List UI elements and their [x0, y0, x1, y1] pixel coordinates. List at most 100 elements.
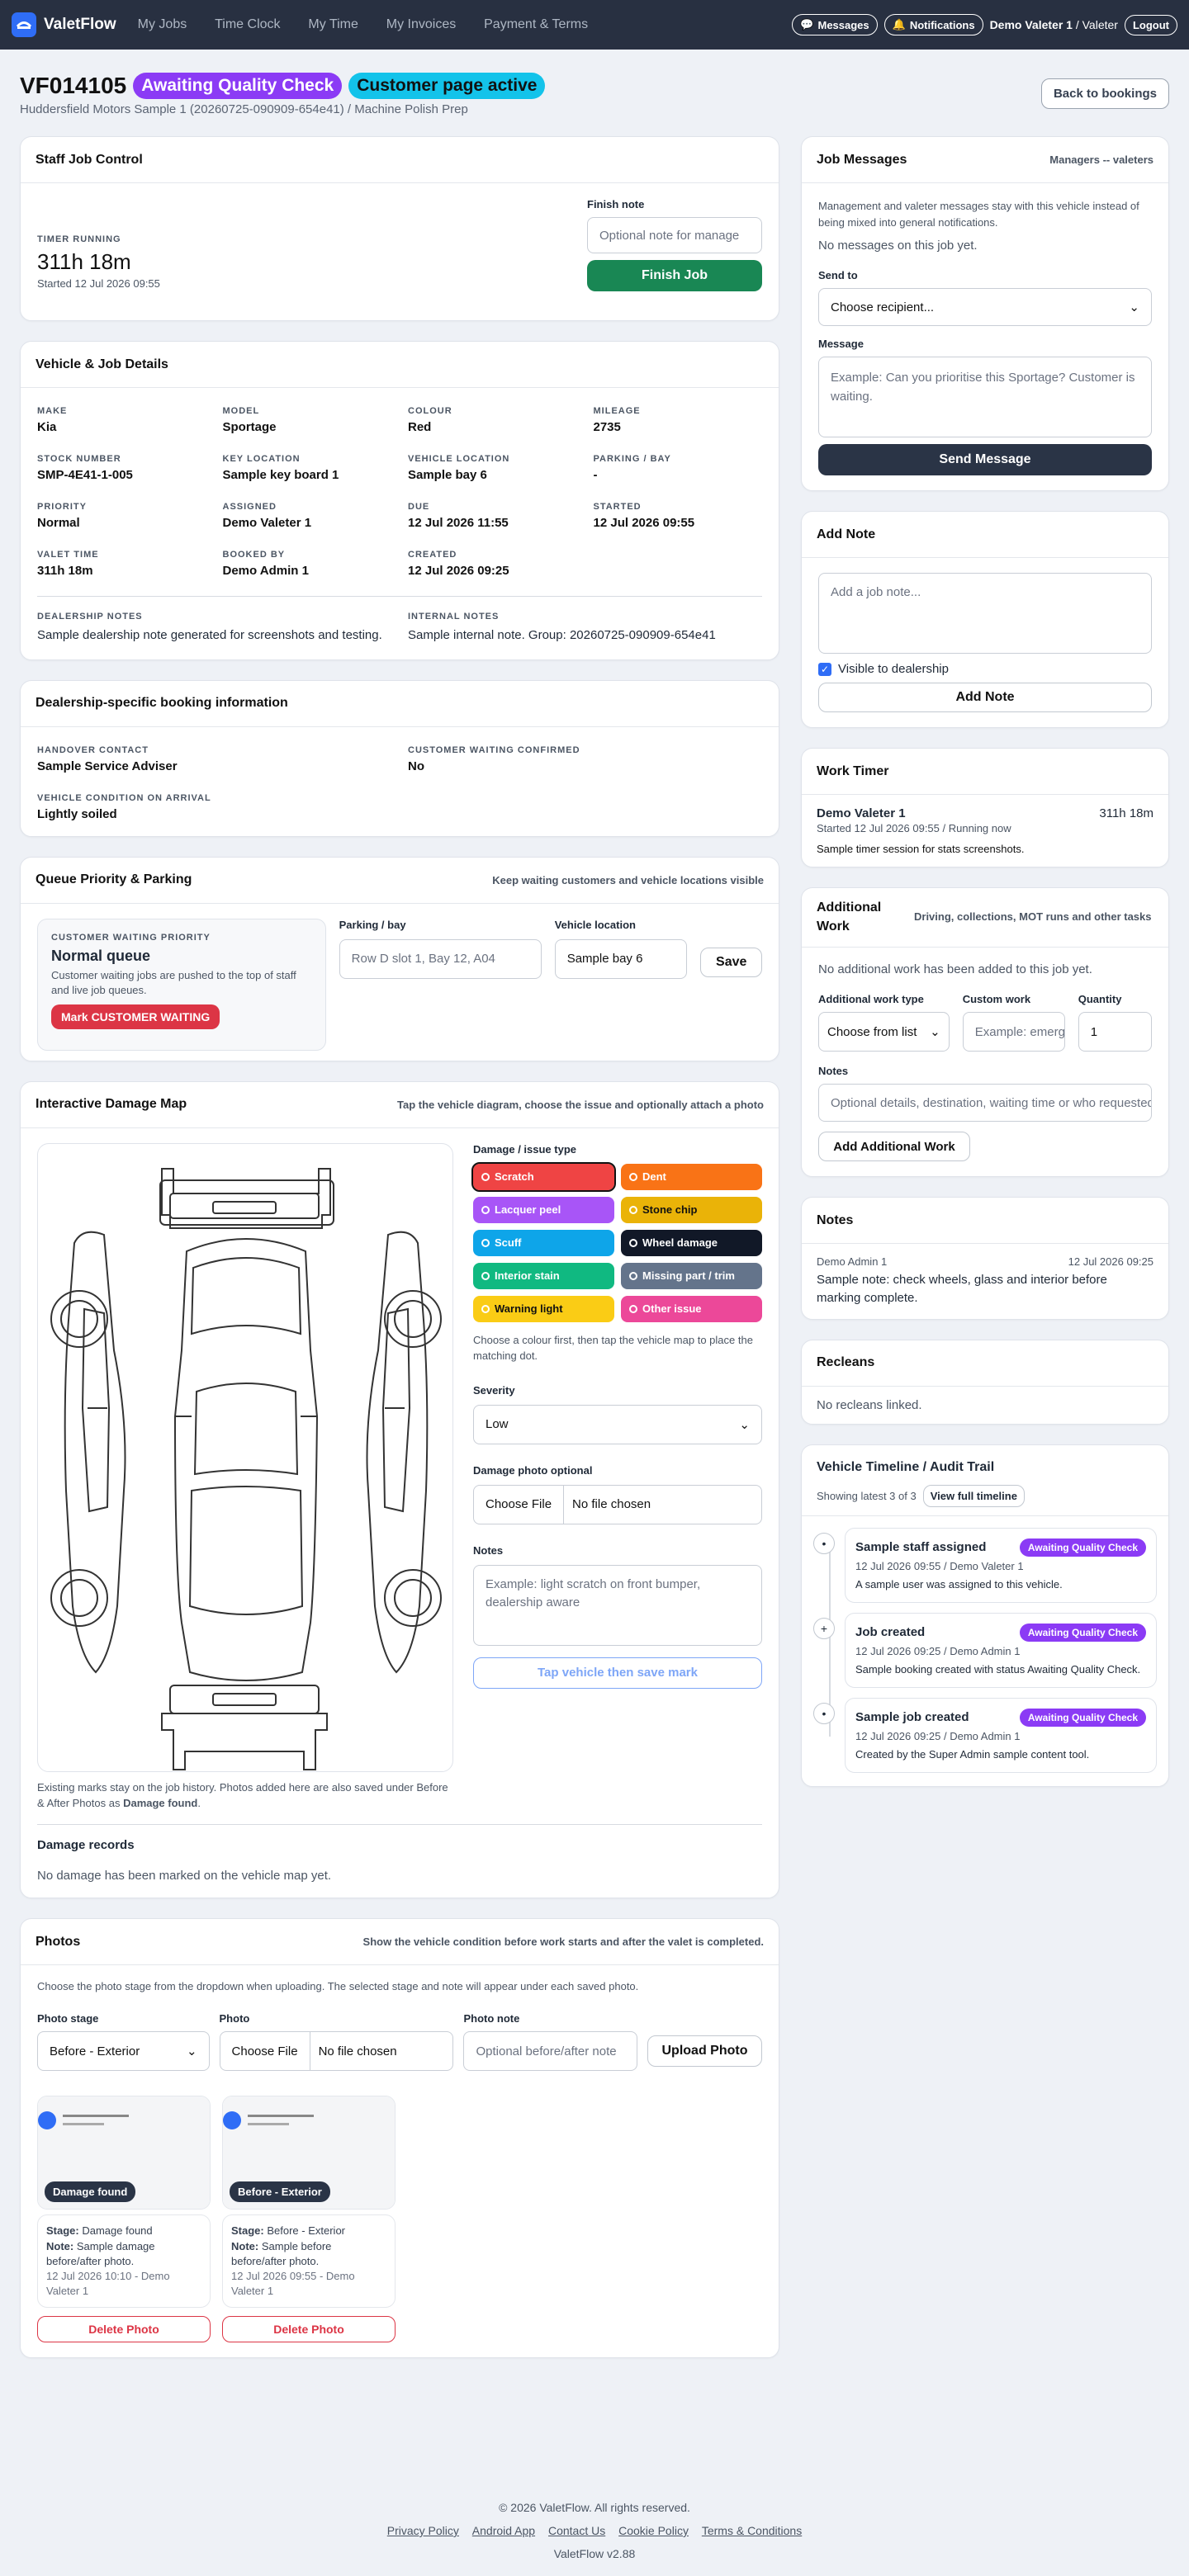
visible-checkbox[interactable]: ✓ — [818, 662, 831, 676]
stage-select[interactable]: Before - Exterior ⌄ — [37, 2031, 210, 2072]
damage-photo-input[interactable]: Choose File No file chosen — [473, 1484, 762, 1524]
visible-label: Visible to dealership — [838, 662, 949, 676]
nav-link-time-clock[interactable]: Time Clock — [215, 17, 280, 31]
recipient-select[interactable]: Choose recipient... ⌄ — [818, 288, 1152, 326]
detail-field: STOCK NUMBER SMP-4E41-1-005 — [37, 454, 206, 482]
choose-file-button[interactable]: Choose File — [474, 1485, 565, 1524]
damage-map-card: Interactive Damage Map Tap the vehicle di… — [20, 1080, 779, 1899]
timeline-desc: A sample user was assigned to this vehic… — [855, 1577, 1063, 1591]
timer-total: 311h 18m — [1099, 806, 1153, 820]
field-label: KEY LOCATION — [222, 454, 301, 464]
damage-type-other-issue[interactable]: Other issue — [621, 1295, 762, 1322]
photo-item: Damage found Stage: Damage found Note: S… — [37, 2096, 211, 2343]
nav-link-my-invoices[interactable]: My Invoices — [386, 17, 456, 31]
version: ValetFlow v2.88 — [553, 2547, 636, 2560]
note-input[interactable]: Add a job note... — [818, 573, 1152, 654]
internal-notes-label: INTERNAL NOTES — [408, 612, 500, 622]
photo-item: Before - Exterior Stage: Before - Exteri… — [222, 2096, 396, 2343]
bell-icon: 🔔 — [892, 18, 906, 31]
parking-input[interactable]: Row D slot 1, Bay 12, A04 — [339, 938, 542, 979]
severity-select[interactable]: Low ⌄ — [473, 1404, 762, 1444]
nav-link-payment-terms[interactable]: Payment & Terms — [484, 17, 588, 31]
quantity-input[interactable]: 1 — [1078, 1012, 1152, 1052]
damage-type-scuff[interactable]: Scuff — [473, 1229, 614, 1256]
damage-type-label: Scratch — [495, 1170, 534, 1184]
photo-meta: 12 Jul 2026 10:10 - Demo Valeter 1 — [46, 2270, 170, 2298]
notifications-button[interactable]: 🔔 Notifications — [883, 14, 983, 35]
timeline-title: Job created — [855, 1625, 926, 1640]
damage-type-wheel-damage[interactable]: Wheel damage — [621, 1229, 762, 1256]
damage-type-lacquer-peel[interactable]: Lacquer peel — [473, 1196, 614, 1223]
damage-type-interior-stain[interactable]: Interior stain — [473, 1262, 614, 1289]
back-to-bookings-button[interactable]: Back to bookings — [1040, 78, 1169, 109]
damage-notes-input[interactable]: Example: light scratch on front bumper, … — [473, 1564, 762, 1646]
card-title: Recleans — [817, 1355, 875, 1369]
photo-file-input[interactable]: Choose File No file chosen — [219, 2031, 454, 2072]
finish-job-button[interactable]: Finish Job — [587, 260, 762, 291]
footer-link-terms[interactable]: Terms & Conditions — [702, 2524, 802, 2537]
work-type-select[interactable]: Choose from list ⌄ — [818, 1012, 950, 1052]
photo-thumbnail[interactable]: Before - Exterior — [223, 2096, 395, 2210]
brand[interactable]: ValetFlow — [12, 12, 116, 37]
field-label: PRIORITY — [37, 502, 87, 512]
messages-button[interactable]: 💬 Messages — [792, 14, 878, 35]
chevron-down-icon: ⌄ — [1129, 300, 1139, 314]
photo-note-input[interactable]: Optional before/after note — [463, 2031, 637, 2072]
add-additional-work-button[interactable]: Add Additional Work — [818, 1132, 970, 1161]
card-title: Job Messages — [817, 152, 907, 167]
field-label: STARTED — [593, 502, 642, 512]
send-message-button[interactable]: Send Message — [818, 444, 1152, 475]
nav-link-my-jobs[interactable]: My Jobs — [138, 17, 187, 31]
view-timeline-button[interactable]: View full timeline — [922, 1484, 1025, 1507]
damage-type-warning-light[interactable]: Warning light — [473, 1295, 614, 1322]
finish-note-input[interactable]: Optional note for manage — [587, 217, 762, 253]
delete-photo-button[interactable]: Delete Photo — [222, 2316, 396, 2343]
photo-thumbnail[interactable]: Damage found — [38, 2096, 210, 2210]
notes-label: Notes — [818, 1065, 849, 1077]
field-value: 2735 — [593, 420, 621, 434]
timeline-desc: Sample booking created with status Await… — [855, 1662, 1141, 1676]
field-value: - — [593, 468, 598, 482]
detail-field: DUE 12 Jul 2026 11:55 — [408, 502, 577, 530]
status-badge: Awaiting Quality Check — [133, 73, 343, 99]
damage-type-scratch[interactable]: Scratch — [471, 1161, 616, 1192]
save-button[interactable]: Save — [700, 947, 762, 977]
save-mark-button[interactable]: Tap vehicle then save mark — [473, 1657, 762, 1689]
field-value: 311h 18m — [37, 564, 93, 578]
choose-file-button[interactable]: Choose File — [220, 2032, 310, 2071]
status-badge: Awaiting Quality Check — [1019, 1708, 1146, 1727]
footer-link-cookie[interactable]: Cookie Policy — [618, 2524, 689, 2537]
radio-icon — [629, 1238, 637, 1247]
field-label: VEHICLE LOCATION — [408, 454, 510, 464]
stage-label: Stage: — [231, 2224, 264, 2238]
add-note-button[interactable]: Add Note — [818, 683, 1152, 712]
vehicle-diagram[interactable] — [37, 1142, 453, 1772]
damage-type-stone-chip[interactable]: Stone chip — [621, 1196, 762, 1223]
delete-photo-button[interactable]: Delete Photo — [37, 2316, 211, 2343]
custom-work-input[interactable]: Example: emergency — [962, 1012, 1065, 1052]
photos-desc: Choose the photo stage from the dropdown… — [37, 1980, 639, 1993]
footer-link-android[interactable]: Android App — [472, 2524, 535, 2537]
damage-type-missing-part-trim[interactable]: Missing part / trim — [621, 1262, 762, 1289]
upload-photo-button[interactable]: Upload Photo — [647, 2035, 762, 2068]
location-input[interactable]: Sample bay 6 — [554, 938, 688, 979]
footer-link-contact[interactable]: Contact Us — [548, 2524, 605, 2537]
detail-field: PARKING / BAY - — [594, 454, 763, 482]
timeline-item: • Sample job created Awaiting Quality Chec… — [813, 1697, 1157, 1774]
timeline-desc: Created by the Super Admin sample conten… — [855, 1747, 1090, 1761]
footer-link-privacy[interactable]: Privacy Policy — [387, 2524, 459, 2537]
logout-button[interactable]: Logout — [1124, 14, 1177, 35]
status-badge: Awaiting Quality Check — [1019, 1538, 1146, 1557]
message-input[interactable]: Example: Can you prioritise this Sportag… — [818, 357, 1152, 437]
footer: © 2026 ValetFlow. All rights reserved. P… — [0, 2501, 1189, 2560]
copyright: © 2026 ValetFlow. All rights reserved. — [499, 2501, 690, 2514]
additional-notes-input[interactable]: Optional details, destination, waiting t… — [818, 1084, 1152, 1122]
no-file-text: No file chosen — [318, 2044, 397, 2058]
thumbnail-logo-icon — [223, 2111, 241, 2130]
notifications-label: Notifications — [909, 18, 975, 31]
nav-link-my-time[interactable]: My Time — [308, 17, 358, 31]
mark-waiting-button[interactable]: Mark CUSTOMER WAITING — [51, 1004, 220, 1030]
damage-type-dent[interactable]: Dent — [621, 1163, 762, 1190]
field-value: Sportage — [222, 420, 277, 434]
timeline-item: + Job created Awaiting Quality Check 12 Jul… — [813, 1612, 1157, 1688]
